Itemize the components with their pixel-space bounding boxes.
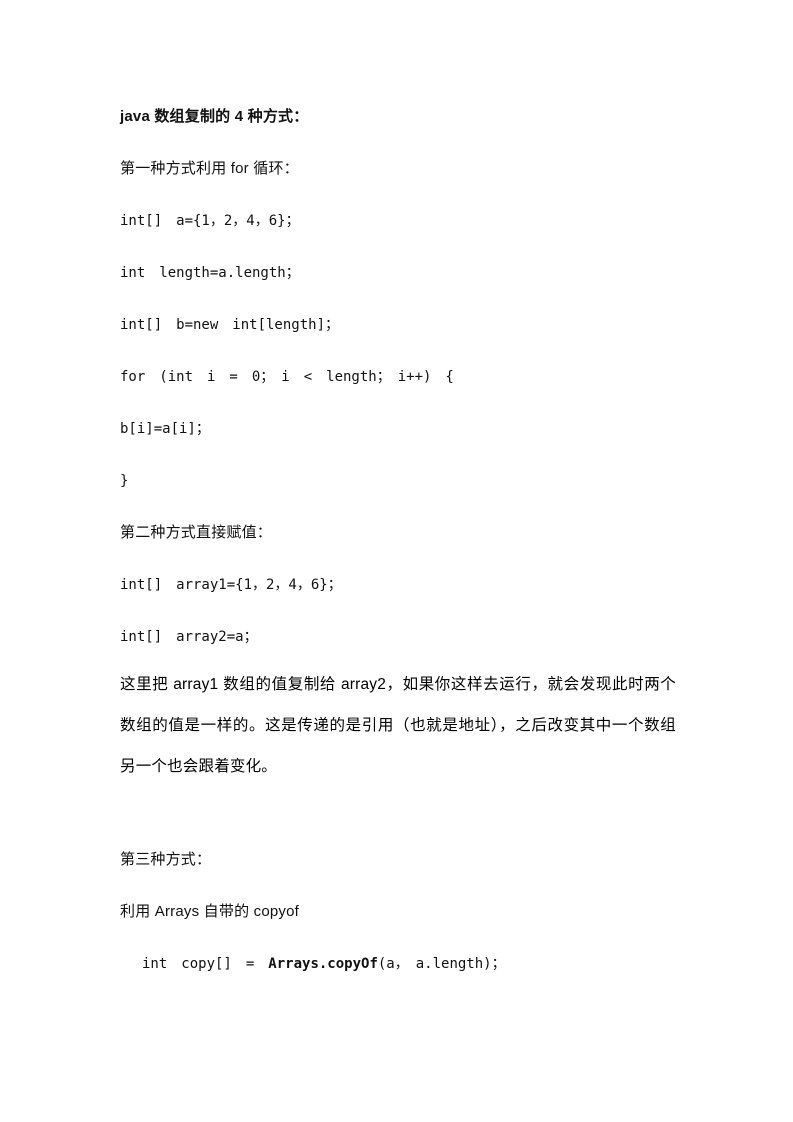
document-content: java 数组复制的 4 种方式： 第一种方式利用 for 循环： int[] … xyxy=(120,104,676,977)
section-heading-method-one: 第一种方式利用 for 循环： xyxy=(120,160,299,177)
code-line: int[] array2=a； xyxy=(120,629,258,645)
document-page: java 数组复制的 4 种方式： 第一种方式利用 for 循环： int[] … xyxy=(0,0,793,1122)
explanation-paragraph: 这里把 array1 数组的值复制给 array2，如果你这样去运行，就会发现此… xyxy=(120,676,676,775)
page-title: java 数组复制的 4 种方式： xyxy=(120,108,309,125)
code-line: int[] a={1，2，4，6}； xyxy=(120,213,300,229)
section-subheading-arrays-copyof: 利用 Arrays 自带的 copyof xyxy=(120,903,300,920)
code-line: for (int i = 0； i < length； i++) { xyxy=(120,369,454,385)
code-line: } xyxy=(120,473,129,489)
code-line: b[i]=a[i]； xyxy=(120,421,210,437)
code-emphasis-arrays-copyof: Arrays.copyOf xyxy=(268,956,378,972)
code-prefix: int copy[] = xyxy=(142,956,269,972)
code-line: int[] b=new int[length]； xyxy=(120,317,340,333)
code-line: int length=a.length； xyxy=(120,265,300,281)
section-heading-method-two: 第二种方式直接赋值： xyxy=(120,524,273,541)
code-line: int[] array1={1，2，4，6}； xyxy=(120,577,342,593)
section-heading-method-three: 第三种方式： xyxy=(120,851,212,868)
code-suffix: (a， a.length)； xyxy=(377,956,506,972)
code-line-copyof: int copy[] = Arrays.copyOf(a， a.length)； xyxy=(120,951,676,977)
